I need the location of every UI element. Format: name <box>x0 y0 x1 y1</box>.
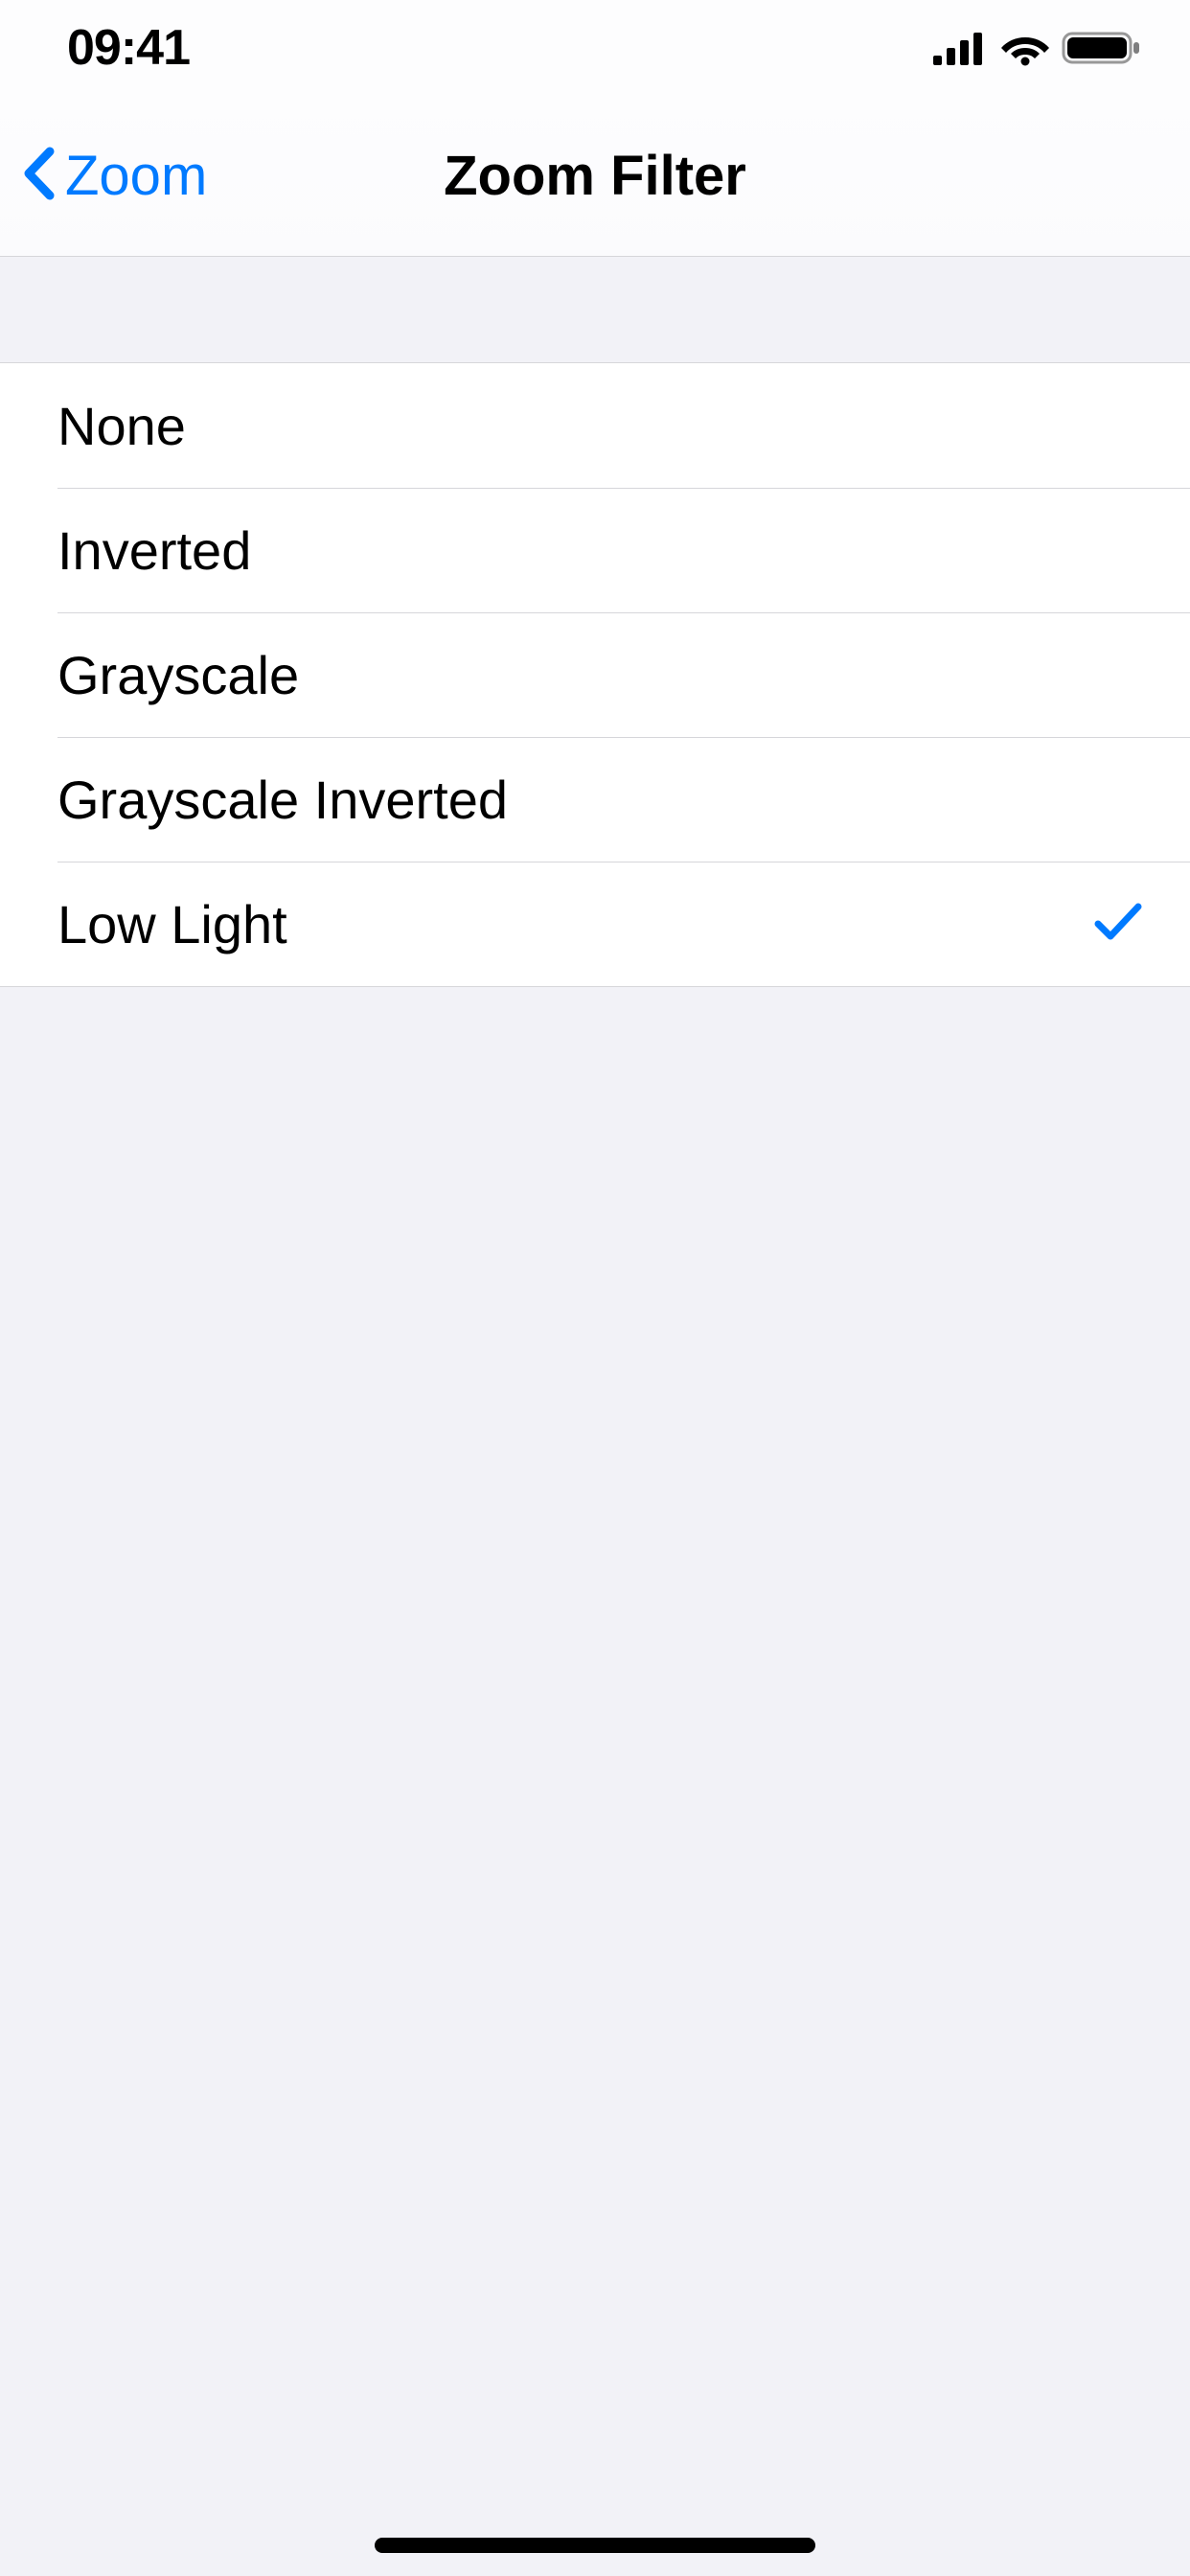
back-label: Zoom <box>65 144 207 208</box>
wifi-icon <box>1000 30 1050 66</box>
checkmark-icon <box>1094 901 1142 948</box>
filter-option-none[interactable]: None <box>0 363 1190 488</box>
filter-option-grayscale[interactable]: Grayscale <box>0 612 1190 737</box>
list-item-label: Grayscale <box>57 644 299 706</box>
list-item-label: None <box>57 395 186 457</box>
filter-option-low-light[interactable]: Low Light <box>0 862 1190 986</box>
list-item-label: Low Light <box>57 893 287 955</box>
list-item-label: Grayscale Inverted <box>57 769 508 831</box>
filter-list: None Inverted Grayscale Grayscale Invert… <box>0 362 1190 987</box>
status-bar: 09:41 <box>0 0 1190 96</box>
back-button[interactable]: Zoom <box>0 144 207 208</box>
chevron-left-icon <box>21 146 56 206</box>
cellular-signal-icon <box>933 31 989 65</box>
section-spacer <box>0 257 1190 362</box>
navigation-bar: Zoom Zoom Filter <box>0 96 1190 257</box>
home-indicator[interactable] <box>375 2538 815 2553</box>
status-icons <box>933 30 1142 66</box>
list-item-label: Inverted <box>57 519 251 582</box>
battery-icon <box>1062 30 1142 66</box>
filter-option-inverted[interactable]: Inverted <box>0 488 1190 612</box>
status-time: 09:41 <box>67 19 190 77</box>
filter-option-grayscale-inverted[interactable]: Grayscale Inverted <box>0 737 1190 862</box>
